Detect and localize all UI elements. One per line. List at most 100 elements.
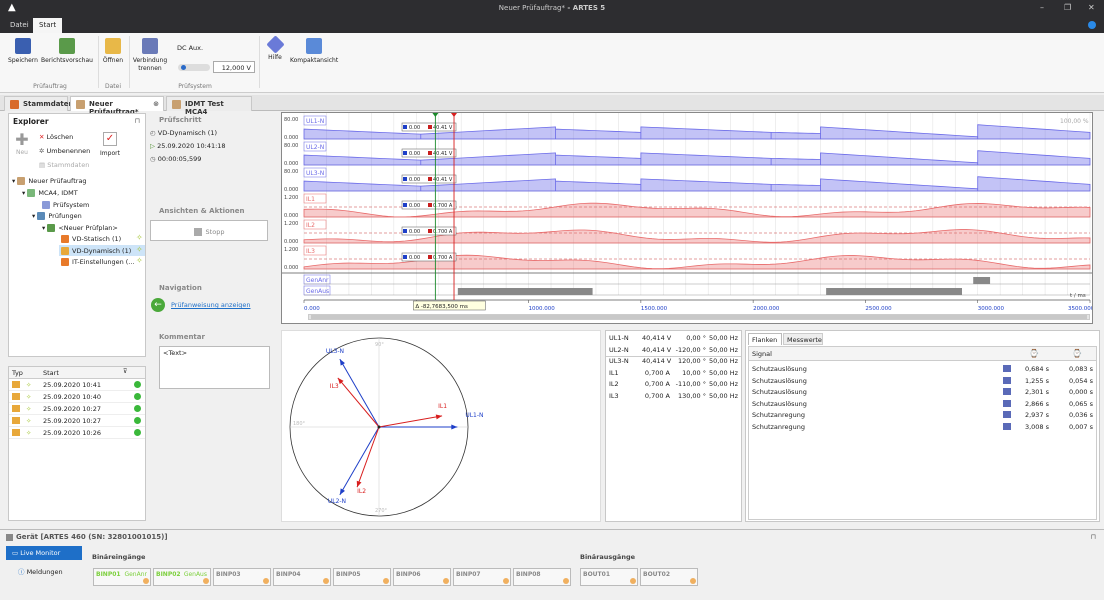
tab-start[interactable]: Start xyxy=(33,18,63,33)
state-led-icon xyxy=(563,578,569,584)
tree-item-it-settings[interactable]: IT-Einstellungen (... xyxy=(61,258,135,266)
flank-signal: Schutzauslösung xyxy=(752,388,807,396)
flank-delta: 0,036 s xyxy=(1068,411,1093,419)
tree-item-device[interactable]: ▾ MCA4, IDMT xyxy=(22,189,78,197)
pin-icon[interactable]: ⊓ xyxy=(135,117,140,125)
measure-angle: 130,00 ° xyxy=(677,391,706,400)
tab-messwerte[interactable]: Messwerte xyxy=(783,333,823,345)
new-label: Neu xyxy=(16,149,28,156)
binary-input-name: BINP04 xyxy=(276,571,301,578)
masterdata-button[interactable]: ▤ Stammdaten xyxy=(39,161,89,169)
pin-icon[interactable]: ⊓ xyxy=(1091,533,1096,541)
measure-channel: UL1-N xyxy=(609,334,629,342)
tree-item-tests[interactable]: ▾ Prüfungen xyxy=(32,212,82,220)
col-start[interactable]: Start xyxy=(43,369,59,377)
open-button[interactable]: Öffnen xyxy=(100,38,126,65)
live-label: Live Monitor xyxy=(20,549,61,557)
dc-aux-label: DC Aux. xyxy=(177,44,204,52)
tree-item-system[interactable]: Prüfsystem xyxy=(42,201,89,209)
measure-magnitude: 40,414 V xyxy=(642,357,672,365)
masterdata-icon: ▤ xyxy=(39,161,48,169)
dc-aux-value-input[interactable]: 12,000 V xyxy=(213,61,255,73)
ribbon-separator xyxy=(129,36,130,88)
nav-link[interactable]: Prüfanweisung anzeigen xyxy=(171,301,251,309)
tab-flanken[interactable]: Flanken xyxy=(748,333,782,345)
channel-label: IL1 xyxy=(306,196,315,203)
section-step: Prüfschritt xyxy=(159,116,202,124)
back-arrow-icon[interactable]: ← xyxy=(151,298,165,312)
comment-input[interactable]: <Text> xyxy=(159,346,270,389)
start-cell: 25.09.2020 10:27 xyxy=(43,405,102,413)
clock-icon[interactable]: ⌚ xyxy=(1029,349,1039,358)
rename-button[interactable]: ✲ Umbenennen xyxy=(39,147,90,155)
binary-input: BINP02 GenAus xyxy=(153,568,211,586)
tree-item-job[interactable]: ▾ Neuer Prüfauftrag xyxy=(12,177,87,185)
binary-input-name: BINP05 xyxy=(336,571,361,578)
measure-magnitude: 40,414 V xyxy=(642,334,672,342)
col-type[interactable]: Typ xyxy=(12,369,23,377)
disconnect-label-2: trennen xyxy=(138,65,162,72)
tab-neuer-pruefauftrag[interactable]: Neuer Prüfauftrag* ⊗ xyxy=(70,96,164,116)
phasor-label: IL1 xyxy=(438,403,447,410)
measure-angle: 10,00 ° xyxy=(682,368,706,377)
channel-row: IL2 1.200 0.000 0.00 0.700 A xyxy=(284,219,1091,245)
chart-scrollbar[interactable] xyxy=(308,314,1090,320)
maximize-icon[interactable]: ❐ xyxy=(1064,3,1071,12)
import-button[interactable]: ✓ Import xyxy=(99,132,121,157)
status-ok-icon xyxy=(134,405,141,412)
compact-view-button[interactable]: Kompaktansicht xyxy=(290,38,338,65)
stop-button[interactable]: Stopp xyxy=(150,220,268,241)
test-type-icon xyxy=(12,417,20,424)
channel-row: UL1-N 80.00 0.000 0.00 40.41 V xyxy=(284,115,1091,141)
signal-icon xyxy=(1003,365,1011,372)
help-button[interactable]: Hilfe xyxy=(263,35,287,62)
help-icon[interactable] xyxy=(1088,21,1096,29)
table-row[interactable]: ✧ 25.09.2020 10:40 xyxy=(9,391,145,403)
table-row[interactable]: ✧ 25.09.2020 10:41 xyxy=(9,379,145,391)
test-type-icon xyxy=(12,393,20,400)
star-icon: ✧ xyxy=(26,429,32,437)
table-row[interactable]: ✧ 25.09.2020 10:27 xyxy=(9,415,145,427)
tab-stammdaten[interactable]: Stammdaten xyxy=(4,96,74,111)
flank-signal: Schutzanregung xyxy=(752,411,806,419)
tree-item-plan[interactable]: ▾ <Neuer Prüfplan> xyxy=(42,224,118,232)
start-cell: 25.09.2020 10:41 xyxy=(43,381,102,389)
filter-icon[interactable]: ⊽ xyxy=(123,368,127,375)
table-row[interactable]: ✧ 25.09.2020 10:27 xyxy=(9,403,145,415)
binary-input: BINP08 xyxy=(513,568,571,586)
tab-idmt-test[interactable]: IDMT Test MCA4 xyxy=(166,96,252,116)
x-tick-label: 2000.000 xyxy=(753,306,780,312)
binary-input-name: BINP02 xyxy=(156,571,181,578)
table-row[interactable]: ✧ 25.09.2020 10:26 xyxy=(9,427,145,439)
col-signal[interactable]: Signal xyxy=(752,350,772,358)
tree-item-vd-static[interactable]: VD-Statisch (1) xyxy=(61,235,121,243)
test-type-icon xyxy=(12,429,20,436)
scrollbar-thumb[interactable] xyxy=(311,315,1087,319)
grid-header: Typ Start ⊽ xyxy=(9,367,145,379)
cursor-b-icon xyxy=(428,125,432,129)
tab-datei[interactable]: Datei xyxy=(4,18,35,33)
close-icon[interactable]: ✕ xyxy=(1088,3,1095,12)
x-tick-label: 1000.000 xyxy=(529,306,556,312)
save-button[interactable]: Speichern xyxy=(6,38,40,65)
dc-aux-toggle[interactable] xyxy=(178,64,210,71)
disconnect-button[interactable]: Verbindung trennen xyxy=(131,38,169,73)
measure-channel: UL3-N xyxy=(609,357,629,365)
preview-button[interactable]: Berichtsvorschau xyxy=(40,38,94,65)
axis-top: 1.200 xyxy=(284,195,298,201)
new-button[interactable]: ✚ Neu xyxy=(12,132,32,157)
channel-label: IL3 xyxy=(306,248,315,255)
delta-clock-icon[interactable]: ⌚ xyxy=(1072,349,1082,358)
live-monitor-button[interactable]: ▭ Live Monitor xyxy=(6,546,82,560)
measure-magnitude: 0,700 A xyxy=(644,391,670,400)
cursor-b-icon xyxy=(428,151,432,155)
connection-icon xyxy=(142,38,158,54)
flank-time: 3,008 s xyxy=(1024,422,1049,431)
close-tab-icon[interactable]: ⊗ xyxy=(153,100,159,108)
messages-button[interactable]: ⓘ Meldungen xyxy=(18,566,63,576)
waveform-svg[interactable]: UL1-N 80.00 0.000 0.00 40.41 V UL2-N 80.00 0.00… xyxy=(282,113,1095,323)
minimize-icon[interactable]: – xyxy=(1040,3,1044,12)
group-label-file: Datei xyxy=(104,83,121,90)
delete-button[interactable]: ✕ Löschen xyxy=(39,133,73,141)
cursor-b-icon xyxy=(428,255,432,259)
